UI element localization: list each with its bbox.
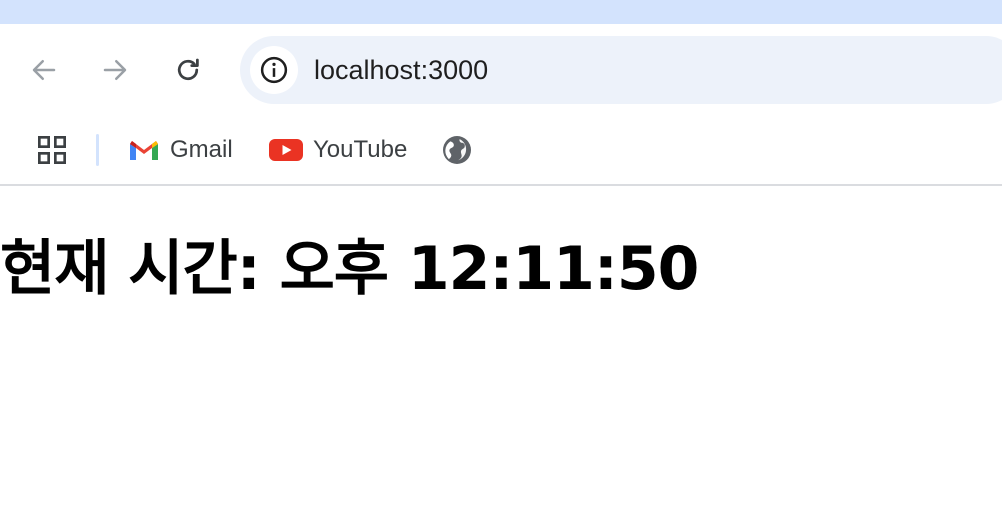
tab-strip [0, 0, 1002, 24]
bookmark-gmail[interactable]: Gmail [128, 130, 233, 170]
browser-toolbar: localhost:3000 [0, 24, 1002, 116]
bookmarks-bar: Gmail YouTube [0, 116, 1002, 186]
current-time-heading: 현재 시간: 오후 12:11:50 [0, 234, 699, 304]
bookmark-globe[interactable] [441, 130, 473, 170]
reload-icon [177, 58, 199, 81]
bookmarks-separator [96, 134, 99, 166]
arrow-left-icon [32, 60, 56, 80]
info-icon [260, 56, 288, 84]
bookmark-label: Gmail [170, 136, 233, 163]
youtube-icon [269, 139, 303, 161]
back-button[interactable] [24, 50, 64, 90]
reload-button[interactable] [168, 50, 208, 90]
forward-button[interactable] [95, 50, 135, 90]
site-info-button[interactable] [250, 46, 298, 94]
apps-button[interactable] [30, 130, 74, 170]
arrow-right-icon [103, 60, 127, 80]
globe-icon [443, 136, 471, 164]
address-bar[interactable]: localhost:3000 [240, 36, 1002, 104]
bookmark-label: YouTube [313, 136, 408, 163]
bookmark-youtube[interactable]: YouTube [269, 130, 407, 170]
page-content: 현재 시간: 오후 12:11:50 [0, 186, 1002, 532]
url-text[interactable]: localhost:3000 [314, 56, 488, 84]
gmail-icon [130, 141, 158, 160]
apps-grid-icon [38, 136, 66, 164]
